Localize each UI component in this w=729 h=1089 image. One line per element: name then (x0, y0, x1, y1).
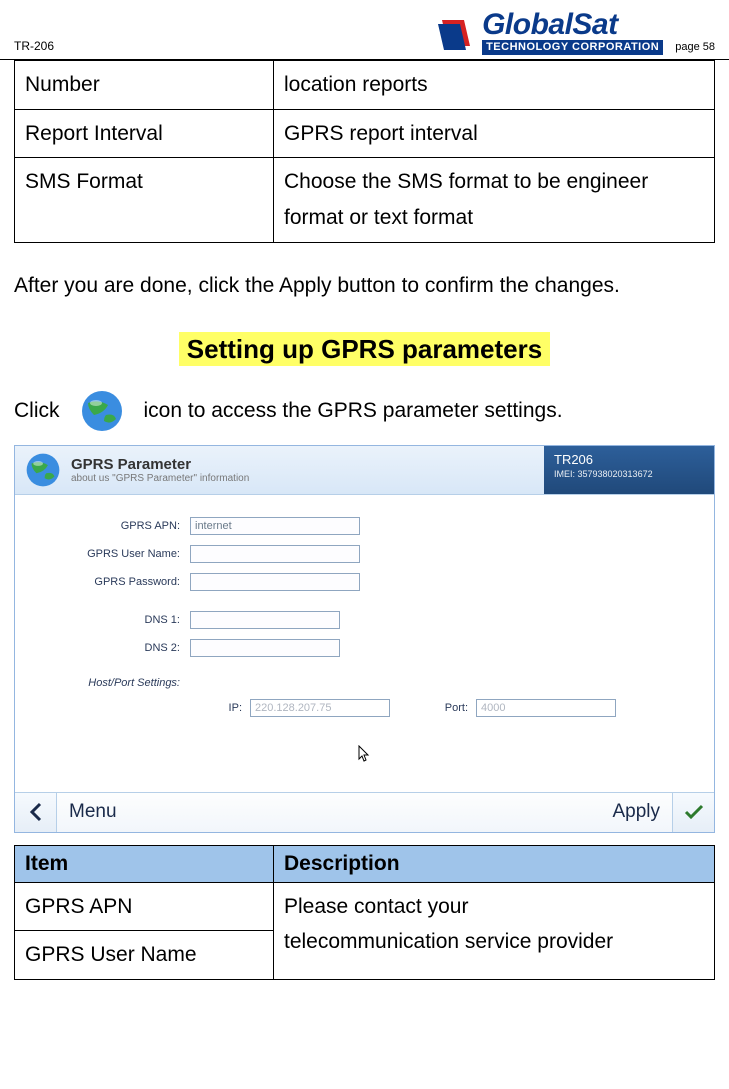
cell-number-desc: location reports (274, 61, 715, 110)
cell-gprs-desc: Please contact your telecommunication se… (274, 882, 715, 979)
brand-name: GlobalSat (482, 10, 663, 40)
top-table: Number location reports Report Interval … (14, 60, 715, 243)
ip-label: IP: (190, 702, 250, 714)
menu-button[interactable]: Menu (69, 801, 117, 823)
user-input[interactable] (190, 545, 360, 563)
back-button[interactable] (15, 793, 57, 832)
cell-sms-format: SMS Format (15, 158, 274, 242)
device-info: TR206 IMEI: 357938020313672 (544, 446, 714, 494)
doc-id: TR-206 (14, 39, 54, 55)
dns1-label: DNS 1: (35, 614, 190, 626)
click-instruction: Click icon to access the GPRS parameter … (14, 387, 715, 435)
gprs-panel: GPRS Parameter about us "GPRS Parameter"… (14, 445, 715, 833)
gprs-form: GPRS APN: GPRS User Name: GPRS Password:… (15, 495, 714, 792)
apn-label: GPRS APN: (35, 520, 190, 532)
host-label: Host/Port Settings: (35, 677, 190, 689)
brand-logo: GlobalSat TECHNOLOGY CORPORATION (436, 10, 663, 55)
header-description: Description (274, 845, 715, 882)
panel-subtitle: about us "GPRS Parameter" information (71, 473, 249, 484)
dns1-input[interactable] (190, 611, 340, 629)
table-row: SMS Format Choose the SMS format to be e… (15, 158, 715, 242)
header-item: Item (15, 845, 274, 882)
globe-icon (25, 452, 61, 488)
cursor-icon (35, 745, 694, 766)
logo-icon (436, 16, 476, 50)
cell-gprs-user: GPRS User Name (15, 931, 274, 980)
dns2-label: DNS 2: (35, 642, 190, 654)
cell-number: Number (15, 61, 274, 110)
section-title-text: Setting up GPRS parameters (179, 332, 550, 366)
page-header: TR-206 GlobalSat TECHNOLOGY CORPORATION … (0, 0, 729, 60)
cell-report-interval: Report Interval (15, 109, 274, 158)
page-number: page 58 (675, 41, 715, 55)
brand-subtitle: TECHNOLOGY CORPORATION (482, 40, 663, 55)
port-input[interactable] (476, 699, 616, 717)
table-row: GPRS APN Please contact your telecommuni… (15, 882, 715, 931)
body-paragraph: After you are done, click the Apply butt… (14, 267, 715, 306)
user-label: GPRS User Name: (35, 548, 190, 560)
cell-report-interval-desc: GPRS report interval (274, 109, 715, 158)
table-header-row: Item Description (15, 845, 715, 882)
panel-footer: Menu Apply (15, 792, 714, 832)
click-pre: Click (14, 399, 60, 423)
apply-button[interactable]: Apply (612, 801, 660, 823)
device-name: TR206 (554, 452, 704, 467)
globe-icon (78, 387, 126, 435)
device-imei: IMEI: 357938020313672 (554, 469, 704, 479)
table-row: Report Interval GPRS report interval (15, 109, 715, 158)
port-label: Port: (420, 702, 476, 714)
panel-title: GPRS Parameter (71, 456, 249, 473)
apn-input[interactable] (190, 517, 360, 535)
pass-label: GPRS Password: (35, 576, 190, 588)
section-title: Setting up GPRS parameters (0, 334, 729, 365)
ip-input[interactable] (250, 699, 390, 717)
panel-header: GPRS Parameter about us "GPRS Parameter"… (15, 446, 714, 495)
click-post: icon to access the GPRS parameter settin… (144, 399, 563, 423)
confirm-button[interactable] (672, 793, 714, 832)
description-table: Item Description GPRS APN Please contact… (14, 845, 715, 980)
cell-sms-format-desc: Choose the SMS format to be engineer for… (274, 158, 715, 242)
table-row: Number location reports (15, 61, 715, 110)
cell-gprs-apn: GPRS APN (15, 882, 274, 931)
dns2-input[interactable] (190, 639, 340, 657)
pass-input[interactable] (190, 573, 360, 591)
